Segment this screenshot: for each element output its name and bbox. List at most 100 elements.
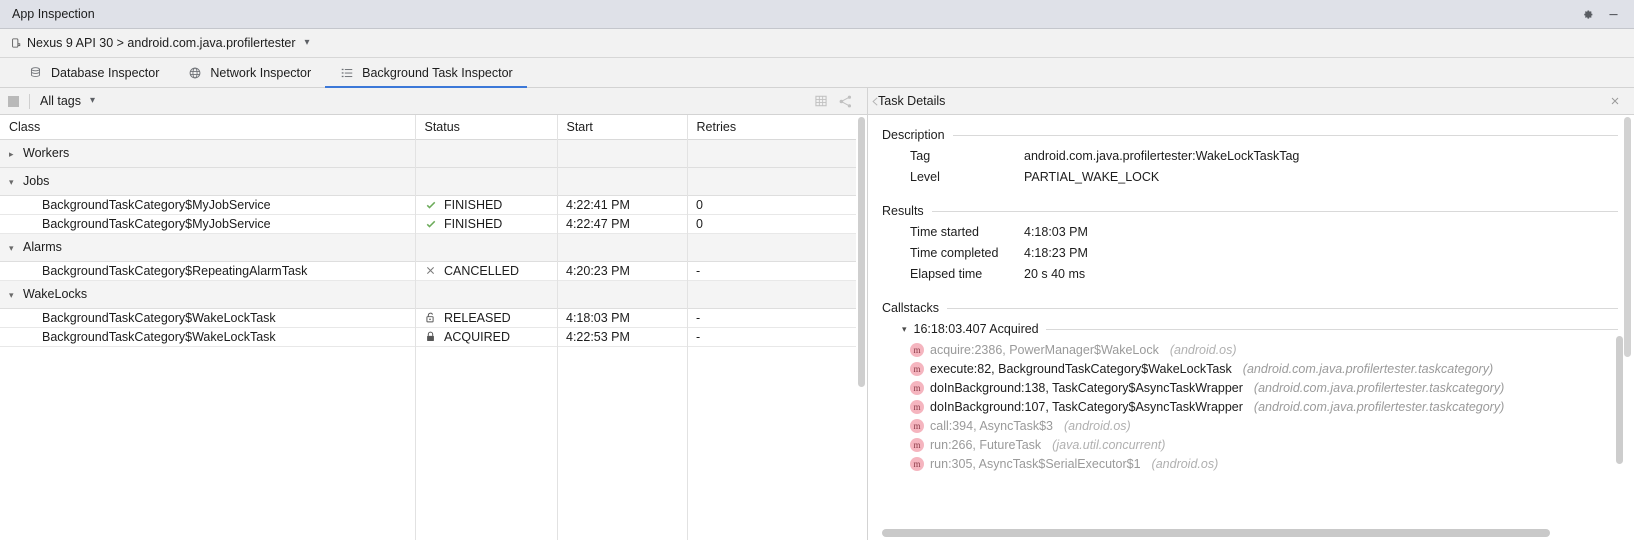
callstack-frame[interactable]: m run:305, AsyncTask$SerialExecutor$1 (a… xyxy=(882,454,1618,473)
field-level: Level PARTIAL_WAKE_LOCK xyxy=(882,166,1618,187)
cell-start: 4:20:23 PM xyxy=(557,261,687,280)
column-header-status[interactable]: Status xyxy=(415,115,557,139)
tasks-table: Class Status Start Retries ▸Workers xyxy=(0,115,857,347)
field-key: Elapsed time xyxy=(882,267,1024,281)
chevron-down-icon[interactable]: ▾ xyxy=(9,243,23,254)
table-row[interactable]: BackgroundTaskCategory$WakeLockTask ACQU… xyxy=(0,327,857,346)
collapse-left-icon[interactable] xyxy=(868,88,882,115)
group-cell: ▸Workers xyxy=(0,139,857,167)
inspector-tabs: Database Inspector Network Inspector Bac… xyxy=(0,58,1634,88)
group-cell: ▾WakeLocks xyxy=(0,280,857,308)
tasks-toolbar: All tags ▾ xyxy=(0,88,867,115)
results-heading: Results xyxy=(882,204,924,218)
minimize-icon[interactable] xyxy=(1600,3,1626,25)
device-icon xyxy=(10,37,22,49)
callstack-frame-list: m acquire:2386, PowerManager$WakeLock (a… xyxy=(882,340,1618,473)
frame-package: (android.os) xyxy=(1064,419,1131,433)
frame-package: (java.util.concurrent) xyxy=(1052,438,1165,452)
tab-database-inspector[interactable]: Database Inspector xyxy=(14,58,173,87)
callstack-frame[interactable]: m acquire:2386, PowerManager$WakeLock (a… xyxy=(882,340,1618,359)
tab-network-inspector[interactable]: Network Inspector xyxy=(173,58,325,87)
cell-start: 4:22:41 PM xyxy=(557,195,687,214)
column-header-class[interactable]: Class xyxy=(0,115,415,139)
status-label: FINISHED xyxy=(444,217,502,231)
table-group-row[interactable]: ▸Workers xyxy=(0,139,857,167)
table-group-row[interactable]: ▾WakeLocks xyxy=(0,280,857,308)
section-rule xyxy=(947,308,1618,309)
scrollbar-thumb[interactable] xyxy=(882,529,1550,537)
cell-status: RELEASED xyxy=(415,308,557,327)
window-title: App Inspection xyxy=(12,7,1574,21)
table-group-row[interactable]: ▾Jobs xyxy=(0,167,857,195)
field-value: PARTIAL_WAKE_LOCK xyxy=(1024,170,1159,184)
scrollbar-thumb[interactable] xyxy=(858,117,865,387)
frame-name: execute:82, BackgroundTaskCategory$WakeL… xyxy=(930,362,1232,376)
chevron-right-icon[interactable]: ▸ xyxy=(9,149,23,160)
tags-filter-dropdown[interactable]: All tags ▾ xyxy=(40,94,95,108)
tab-label: Database Inspector xyxy=(51,66,159,80)
lock-open-icon xyxy=(424,311,437,324)
frame-name: call:394, AsyncTask$3 xyxy=(930,419,1053,433)
table-row[interactable]: BackgroundTaskCategory$MyJobService FINI… xyxy=(0,214,857,233)
results-heading-row: Results xyxy=(882,201,1618,221)
close-icon[interactable] xyxy=(1604,91,1626,111)
graph-view-icon[interactable] xyxy=(833,91,857,111)
triangle-down-icon[interactable]: ▾ xyxy=(902,324,907,335)
chevron-down-icon[interactable]: ▾ xyxy=(9,177,23,188)
callstack-frame[interactable]: m run:266, FutureTask (java.util.concurr… xyxy=(882,435,1618,454)
gear-icon[interactable] xyxy=(1574,3,1600,25)
table-view-icon[interactable] xyxy=(809,91,833,111)
callstack-frame[interactable]: m doInBackground:138, TaskCategory$Async… xyxy=(882,378,1618,397)
field-key: Time completed xyxy=(882,246,1024,260)
callstack-frame[interactable]: m doInBackground:107, TaskCategory$Async… xyxy=(882,397,1618,416)
tasks-vertical-scrollbar[interactable] xyxy=(856,115,867,540)
field-value: 4:18:23 PM xyxy=(1024,246,1088,260)
group-label: Alarms xyxy=(23,240,62,254)
details-vertical-scrollbar[interactable] xyxy=(1623,117,1632,526)
table-group-row[interactable]: ▾Alarms xyxy=(0,233,857,261)
frame-package: (android.os) xyxy=(1170,343,1237,357)
stop-square-icon[interactable] xyxy=(8,96,19,107)
results-section: Results Time started 4:18:03 PM Time com… xyxy=(882,201,1618,284)
field-tag: Tag android.com.java.profilertester:Wake… xyxy=(882,145,1618,166)
status-label: ACQUIRED xyxy=(444,330,510,344)
frame-name: acquire:2386, PowerManager$WakeLock xyxy=(930,343,1159,357)
column-divider[interactable] xyxy=(687,115,688,540)
table-row[interactable]: BackgroundTaskCategory$MyJobService FINI… xyxy=(0,195,857,214)
cell-status: CANCELLED xyxy=(415,261,557,280)
tasks-pane: All tags ▾ Class Status Start Retries xyxy=(0,88,868,540)
chevron-down-icon[interactable]: ▾ xyxy=(305,38,310,48)
column-divider[interactable] xyxy=(415,115,416,540)
process-selector-bar[interactable]: Nexus 9 API 30 > android.com.java.profil… xyxy=(0,29,1634,58)
tab-background-task-inspector[interactable]: Background Task Inspector xyxy=(325,58,527,87)
tags-filter-label: All tags xyxy=(40,94,81,108)
column-header-start[interactable]: Start xyxy=(557,115,687,139)
callstack-group-header[interactable]: ▾ 16:18:03.407 Acquired xyxy=(882,318,1618,340)
check-icon xyxy=(424,199,437,211)
scrollbar-thumb[interactable] xyxy=(1624,117,1631,357)
callstack-frame[interactable]: m execute:82, BackgroundTaskCategory$Wak… xyxy=(882,359,1618,378)
cell-retries: - xyxy=(687,308,857,327)
list-icon xyxy=(339,65,354,80)
description-heading: Description xyxy=(882,128,945,142)
callstack-frame[interactable]: m call:394, AsyncTask$3 (android.os) xyxy=(882,416,1618,435)
table-row[interactable]: BackgroundTaskCategory$RepeatingAlarmTas… xyxy=(0,261,857,280)
frame-package: (android.com.java.profilertester.taskcat… xyxy=(1254,381,1504,395)
chevron-down-icon[interactable]: ▾ xyxy=(9,290,23,301)
column-divider[interactable] xyxy=(557,115,558,540)
frame-package: (android.os) xyxy=(1152,457,1219,471)
field-key: Time started xyxy=(882,225,1024,239)
method-icon: m xyxy=(910,457,924,471)
section-rule xyxy=(932,211,1618,212)
field-value: android.com.java.profilertester:WakeLock… xyxy=(1024,149,1299,163)
field-value: 20 s 40 ms xyxy=(1024,267,1085,281)
main-split: All tags ▾ Class Status Start Retries xyxy=(0,88,1634,540)
group-cell: ▾Alarms xyxy=(0,233,857,261)
column-header-retries[interactable]: Retries xyxy=(687,115,857,139)
callstack-horizontal-scrollbar[interactable] xyxy=(882,529,1616,537)
scrollbar-thumb[interactable] xyxy=(1616,336,1623,464)
field-elapsed-time: Elapsed time 20 s 40 ms xyxy=(882,263,1618,284)
callstack-group-label: 16:18:03.407 Acquired xyxy=(914,322,1039,336)
table-row[interactable]: BackgroundTaskCategory$WakeLockTask RELE… xyxy=(0,308,857,327)
cell-class: BackgroundTaskCategory$WakeLockTask xyxy=(0,327,415,346)
